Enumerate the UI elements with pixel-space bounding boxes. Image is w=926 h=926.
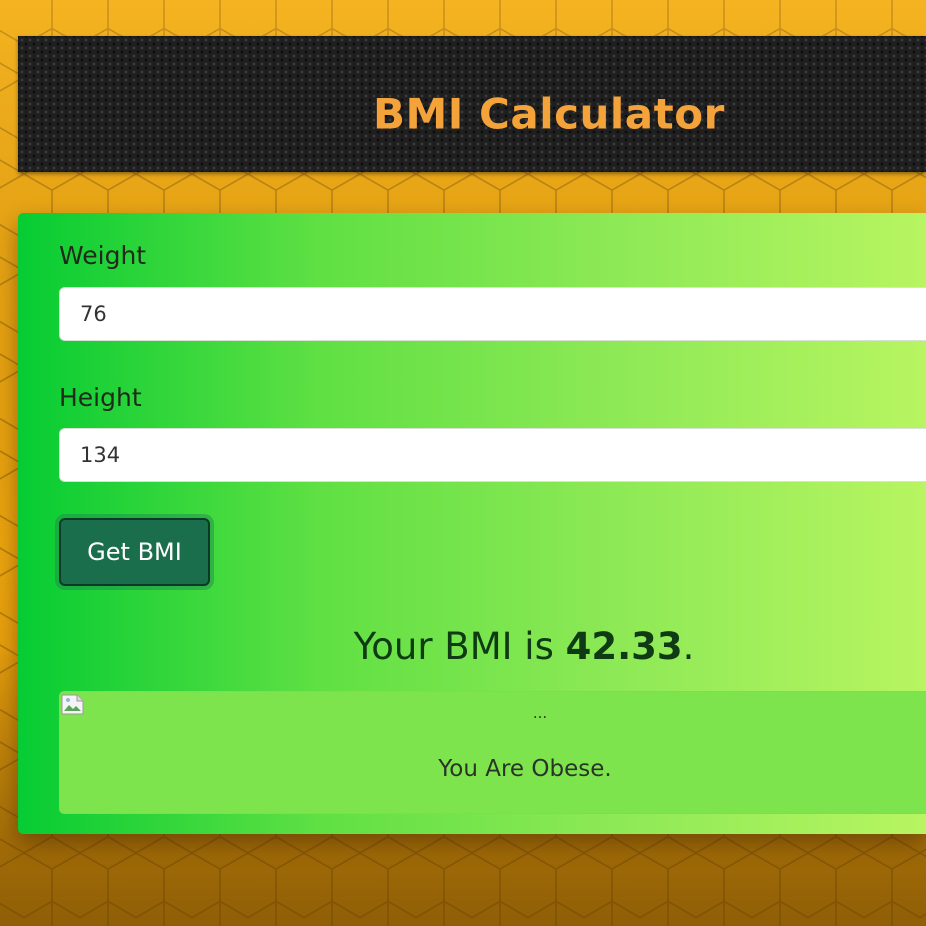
status-image-alt: ... [532,704,548,722]
weight-label: Weight [59,241,147,270]
bmi-result-suffix: . [682,625,695,668]
bmi-result: Your BMI is 42.33. [18,625,926,668]
height-input[interactable] [59,428,926,482]
bmi-result-prefix: Your BMI is [353,625,566,668]
weight-input[interactable] [59,287,926,341]
bmi-status-message: You Are Obese. [438,756,612,782]
bmi-form-card: Weight Height Get BMI Your BMI is 42.33.… [18,213,926,834]
height-label: Height [59,383,142,412]
page-title: BMI Calculator [373,89,725,139]
bmi-value: 42.33 [565,625,683,668]
bmi-status-panel: ... You Are Obese. [59,691,926,814]
get-bmi-button[interactable]: Get BMI [59,518,210,586]
app-header: BMI Calculator [18,36,926,172]
